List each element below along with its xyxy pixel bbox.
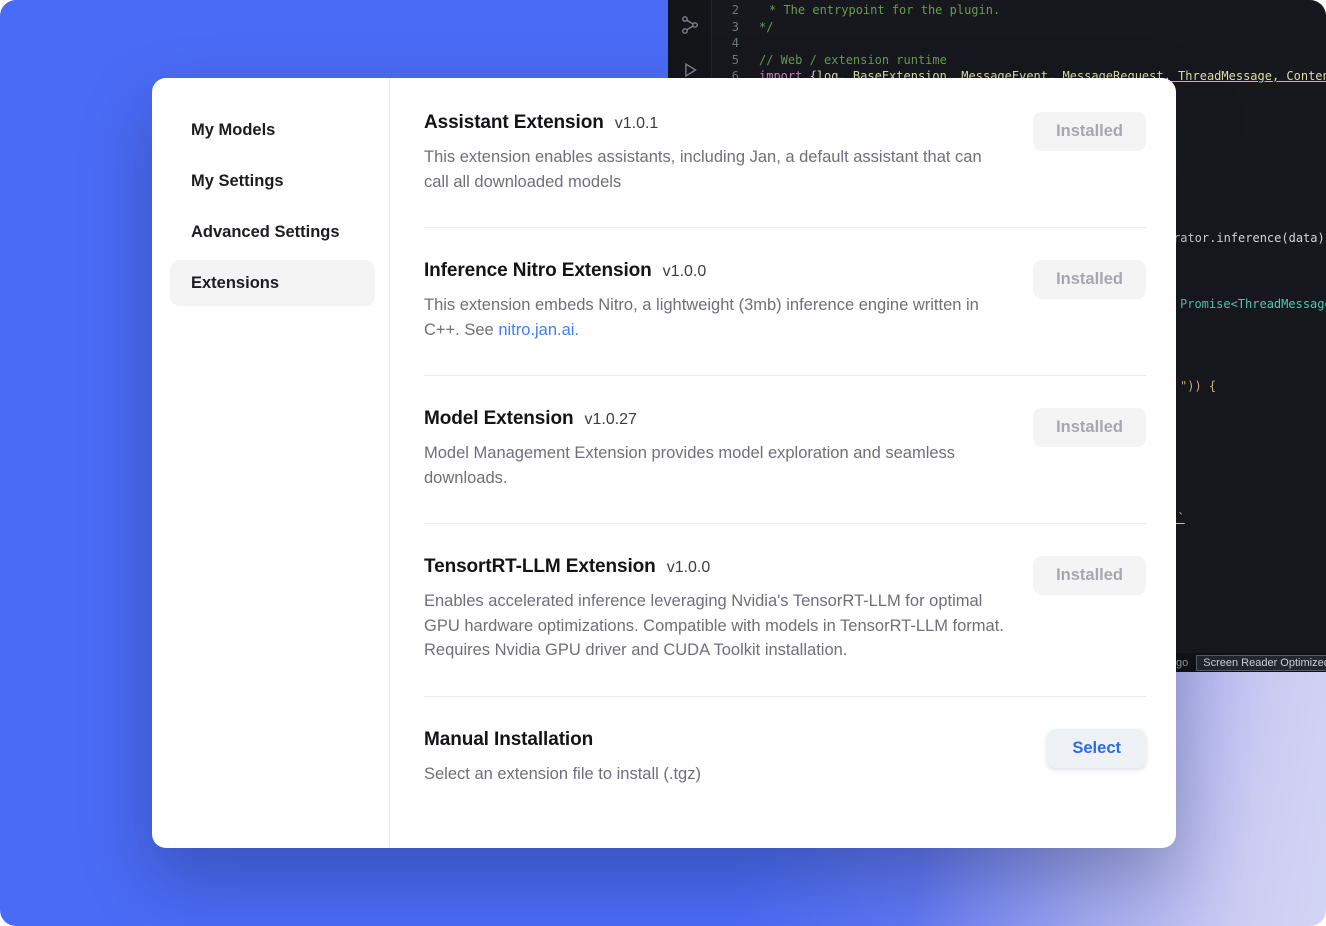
installed-button[interactable]: Installed bbox=[1033, 112, 1146, 151]
status-bar-text: go bbox=[1176, 657, 1188, 669]
code-fragment: ")) { bbox=[1180, 379, 1216, 393]
extension-description: This extension embeds Nitro, a lightweig… bbox=[424, 293, 1009, 342]
code-fragment: rator.inference(data)); bbox=[1173, 231, 1326, 245]
manual-installation-description: Select an extension file to install (.tg… bbox=[424, 762, 701, 787]
extension-version: v1.0.0 bbox=[663, 263, 707, 281]
sidebar-item-label: My Settings bbox=[191, 172, 284, 191]
extension-version: v1.0.0 bbox=[667, 559, 711, 577]
extension-info: Assistant Extension v1.0.1 This extensio… bbox=[424, 112, 1009, 194]
installed-button[interactable]: Installed bbox=[1033, 408, 1146, 447]
extension-name: TensortRT-LLM Extension bbox=[424, 556, 656, 578]
extension-row: Inference Nitro Extension v1.0.0 This ex… bbox=[424, 228, 1146, 376]
settings-sidebar: My Models My Settings Advanced Settings … bbox=[152, 78, 390, 848]
manual-installation-row: Manual Installation Select an extension … bbox=[424, 697, 1146, 787]
settings-modal: My Models My Settings Advanced Settings … bbox=[152, 78, 1176, 848]
extension-version: v1.0.27 bbox=[584, 411, 636, 429]
extension-info: Model Extension v1.0.27 Model Management… bbox=[424, 408, 1009, 490]
select-file-button[interactable]: Select bbox=[1047, 729, 1146, 768]
code-line: 4 bbox=[713, 35, 1326, 52]
line-number: 3 bbox=[713, 19, 739, 36]
sidebar-item-advanced-settings[interactable]: Advanced Settings bbox=[170, 209, 375, 255]
sidebar-item-extensions[interactable]: Extensions bbox=[170, 260, 375, 306]
nitro-jan-ai-link[interactable]: nitro.jan.ai. bbox=[498, 321, 579, 339]
extension-info: TensortRT-LLM Extension v1.0.0 Enables a… bbox=[424, 556, 1009, 663]
extension-title-line: Assistant Extension v1.0.1 bbox=[424, 112, 1009, 134]
extension-description: Enables accelerated inference leveraging… bbox=[424, 589, 1009, 663]
extension-title-line: Model Extension v1.0.27 bbox=[424, 408, 1009, 430]
extension-name: Assistant Extension bbox=[424, 112, 604, 134]
graph-icon bbox=[679, 14, 701, 41]
extension-description: Model Management Extension provides mode… bbox=[424, 441, 1009, 490]
screen-reader-chip: Screen Reader Optimized bbox=[1196, 655, 1326, 671]
code-fragment: Promise<ThreadMessage> bbox=[1180, 297, 1326, 311]
extension-info: Manual Installation Select an extension … bbox=[424, 729, 701, 787]
code-comment: */ bbox=[759, 19, 773, 36]
sidebar-item-label: Advanced Settings bbox=[191, 223, 340, 242]
installed-button[interactable]: Installed bbox=[1033, 556, 1146, 595]
code-comment: * The entrypoint for the plugin. bbox=[759, 2, 1000, 19]
line-number: 4 bbox=[713, 35, 739, 52]
line-number: 5 bbox=[713, 52, 739, 69]
manual-installation-title: Manual Installation bbox=[424, 729, 593, 751]
extensions-panel: Assistant Extension v1.0.1 This extensio… bbox=[390, 78, 1176, 848]
sidebar-item-label: My Models bbox=[191, 121, 275, 140]
sidebar-item-my-settings[interactable]: My Settings bbox=[170, 158, 375, 204]
extension-description: This extension enables assistants, inclu… bbox=[424, 145, 1009, 194]
extension-name: Inference Nitro Extension bbox=[424, 260, 652, 282]
app-window: 2 * The entrypoint for the plugin. 3 */ … bbox=[0, 0, 1326, 926]
extension-title-line: TensortRT-LLM Extension v1.0.0 bbox=[424, 556, 1009, 578]
line-number: 2 bbox=[713, 2, 739, 19]
extension-version: v1.0.1 bbox=[615, 115, 659, 133]
code-line: 2 * The entrypoint for the plugin. bbox=[713, 2, 1326, 19]
sidebar-item-label: Extensions bbox=[191, 274, 279, 293]
code-comment: // Web / extension runtime bbox=[759, 52, 947, 69]
extension-row: Model Extension v1.0.27 Model Management… bbox=[424, 376, 1146, 524]
extension-row: TensortRT-LLM Extension v1.0.0 Enables a… bbox=[424, 524, 1146, 697]
extension-title-line: Inference Nitro Extension v1.0.0 bbox=[424, 260, 1009, 282]
extension-row: Assistant Extension v1.0.1 This extensio… bbox=[424, 112, 1146, 228]
extension-title-line: Manual Installation bbox=[424, 729, 701, 751]
extension-name: Model Extension bbox=[424, 408, 573, 430]
sidebar-item-my-models[interactable]: My Models bbox=[170, 107, 375, 153]
code-line: 3 */ bbox=[713, 19, 1326, 36]
extension-info: Inference Nitro Extension v1.0.0 This ex… bbox=[424, 260, 1009, 342]
code-line: 5 // Web / extension runtime bbox=[713, 52, 1326, 69]
editor-code: 2 * The entrypoint for the plugin. 3 */ … bbox=[713, 2, 1326, 85]
installed-button[interactable]: Installed bbox=[1033, 260, 1146, 299]
